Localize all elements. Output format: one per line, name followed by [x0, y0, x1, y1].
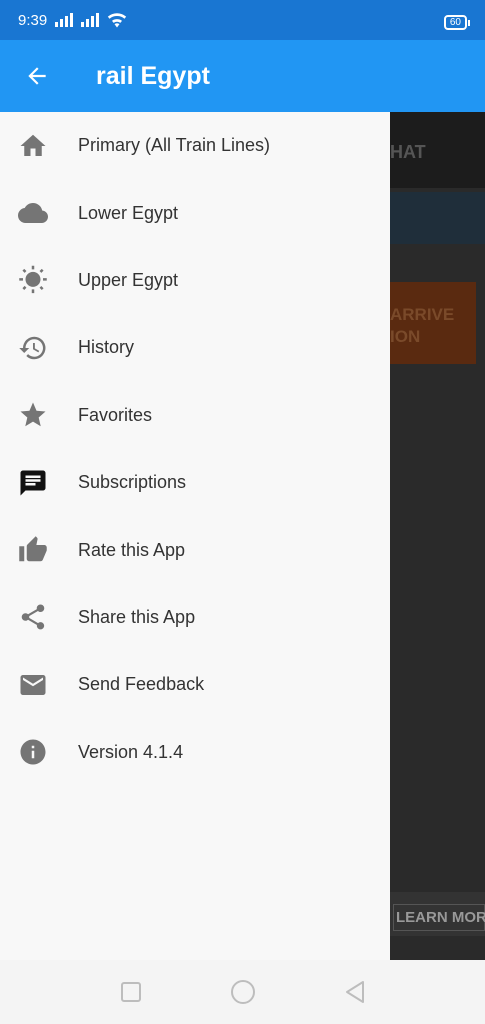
background-tab-header: HAT — [390, 112, 485, 188]
home-icon — [0, 131, 64, 161]
battery-indicator: 60 — [443, 14, 467, 30]
menu-item-label: Favorites — [78, 404, 153, 425]
menu-item-label: Upper Egypt — [78, 269, 179, 290]
menu-item-subscriptions[interactable]: Subscriptions — [0, 449, 390, 516]
menu-item-label: Version 4.1.4 — [78, 741, 184, 762]
signal-icon-2 — [81, 13, 100, 27]
menu-item-upper-egypt[interactable]: Upper Egypt — [0, 247, 390, 314]
menu-item-version[interactable]: Version 4.1.4 — [0, 719, 390, 786]
menu-item-send-feedback[interactable]: Send Feedback — [0, 651, 390, 718]
history-icon — [0, 333, 64, 363]
info-icon — [0, 737, 64, 767]
background-strip — [390, 192, 485, 244]
menu-item-label: Send Feedback — [78, 674, 205, 695]
recents-button[interactable] — [118, 979, 144, 1005]
circle-icon — [230, 980, 255, 1004]
system-nav-bar — [0, 960, 485, 1024]
menu-item-label: Share this App — [78, 606, 196, 627]
star-icon — [0, 400, 64, 430]
menu-item-label: Primary (All Train Lines) — [78, 135, 271, 156]
back-button[interactable] — [0, 40, 74, 112]
share-icon — [0, 602, 64, 632]
wifi-icon — [108, 13, 127, 28]
square-icon — [120, 982, 141, 1002]
menu-item-rate-app[interactable]: Rate this App — [0, 516, 390, 583]
menu-item-primary[interactable]: Primary (All Train Lines) — [0, 112, 390, 179]
cloud-icon — [0, 198, 64, 228]
background-app-content: HAT ARRIVE ION LEARN MORE — [390, 40, 485, 960]
learn-more-label: LEARN MORE — [393, 904, 485, 931]
arrow-back-icon — [28, 67, 46, 85]
menu-item-label: History — [78, 337, 135, 358]
menu-item-history[interactable]: History — [0, 314, 390, 381]
mail-icon — [0, 670, 64, 700]
home-button[interactable] — [230, 979, 256, 1005]
status-time: 9:39 — [18, 11, 48, 29]
back-nav-button[interactable] — [342, 979, 368, 1005]
sun-icon — [0, 265, 64, 295]
menu-item-label: Lower Egypt — [78, 202, 179, 223]
menu-item-favorites[interactable]: Favorites — [0, 382, 390, 449]
message-icon — [0, 468, 64, 498]
triangle-back-icon — [345, 981, 364, 1003]
menu-item-lower-egypt[interactable]: Lower Egypt — [0, 179, 390, 246]
app-title: rail Egypt — [96, 61, 210, 90]
signal-icon — [55, 13, 74, 27]
menu-item-label: Subscriptions — [78, 472, 187, 493]
navigation-drawer: Primary (All Train Lines) Lower Egypt Up… — [0, 112, 390, 960]
background-banner: ARRIVE ION — [390, 282, 476, 364]
status-bar: 9:39 60 — [0, 0, 485, 40]
menu-item-label: Rate this App — [78, 539, 186, 560]
background-learn-more: LEARN MORE — [390, 892, 485, 936]
app-bar: rail Egypt — [0, 40, 485, 112]
thumb-up-icon — [0, 535, 64, 565]
menu-item-share-app[interactable]: Share this App — [0, 584, 390, 651]
